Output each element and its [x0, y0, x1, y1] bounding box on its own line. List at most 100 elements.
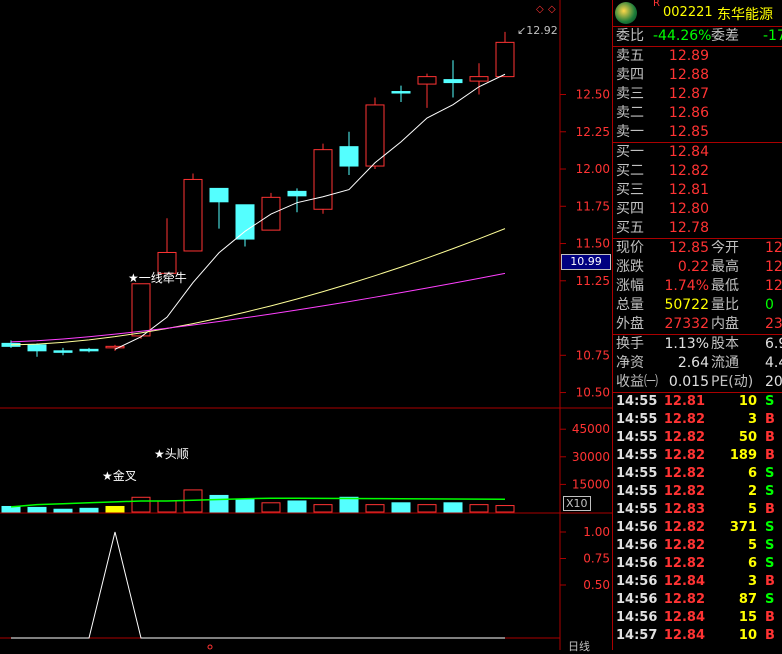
diamond-icon[interactable]: ◇	[536, 4, 544, 15]
bid-price: 12.82	[668, 163, 709, 179]
price-axis-label: 11.25	[576, 274, 610, 288]
volume-bar[interactable]	[313, 504, 333, 513]
broker-logo-icon	[615, 2, 637, 24]
ask-row: 卖四 12.88	[613, 66, 782, 85]
tick-row: 14:56 12.84 15 B	[613, 609, 782, 627]
volume-bar[interactable]	[235, 498, 255, 513]
tick-price: 12.82	[663, 448, 705, 463]
ask-row: 卖二 12.86	[613, 104, 782, 123]
kline-chart-area[interactable]: ◇ ◇ 12.50 12.25 12.00 11.75 11.50 11.25 10.75 10.…	[0, 0, 612, 653]
volume-bar[interactable]	[443, 502, 463, 513]
tick-volume: 10	[738, 628, 757, 643]
volume-bar[interactable]	[339, 496, 359, 513]
ask-price: 12.87	[668, 86, 709, 102]
ask-row: 卖一 12.85	[613, 123, 782, 142]
quote-panel: R 002221 东华能源 委比 -44.26% 委差 -17 卖五 12.89 卖…	[612, 0, 782, 650]
weibi-row: 委比 -44.26% 委差 -17	[613, 27, 782, 47]
tick-volume: 5	[747, 502, 757, 517]
quote-row: 外盘 27332内盘 233	[613, 315, 782, 334]
tick-price: 12.81	[663, 394, 705, 409]
quote-value2: 12	[765, 240, 782, 256]
finance-label: 换手	[616, 336, 644, 352]
quote-label: 现价	[616, 240, 644, 256]
quote-row: 总量 50722 量比 0	[613, 296, 782, 315]
finance-value: 0.015	[668, 374, 709, 390]
tick-row: 14:56 12.82 6 S	[613, 555, 782, 573]
bid-row: 买四 12.80	[613, 200, 782, 219]
stock-name[interactable]: 东华能源	[717, 4, 773, 24]
ask-label: 卖二	[616, 105, 644, 121]
volume-axis-label: 30000	[572, 450, 610, 464]
price-axis-label: 12.25	[576, 125, 610, 139]
volume-bar[interactable]	[469, 504, 489, 513]
yixian-annotation: ★一线牵牛	[128, 270, 187, 285]
ask-price: 12.89	[668, 48, 709, 64]
tick-side: S	[765, 556, 775, 571]
ask-label: 卖一	[616, 124, 644, 140]
volume-bar[interactable]	[105, 505, 125, 513]
bid-label: 买四	[616, 201, 644, 217]
tick-time: 14:56	[616, 520, 658, 535]
tick-price: 12.82	[663, 430, 705, 445]
tick-time: 14:56	[616, 592, 658, 607]
tick-volume: 2	[747, 484, 757, 499]
quote-label2: 内盘	[711, 316, 739, 332]
tick-side: B	[765, 502, 775, 517]
bid-label: 买三	[616, 182, 644, 198]
tick-time: 14:56	[616, 556, 658, 571]
quote-row: 现价 12.85 今开 12	[613, 239, 782, 258]
tick-list[interactable]: 14:55 12.81 10 S 14:55 12.82 3 B 14:55 12.82 50 B 14…	[613, 393, 782, 645]
tick-time: 14:55	[616, 430, 658, 445]
volume-bar[interactable]	[79, 507, 99, 513]
volume-bar[interactable]	[391, 502, 411, 513]
bid-price: 12.84	[668, 144, 709, 160]
bid-list: 买一 12.84 买二 12.82 买三 12.81 买四 12.80 买五 12.78	[613, 143, 782, 239]
volume-bar[interactable]	[157, 500, 177, 513]
tick-time: 14:55	[616, 502, 658, 517]
tick-row: 14:56 12.82 87 S	[613, 591, 782, 609]
tick-row: 14:55 12.82 189 B	[613, 447, 782, 465]
volume-bar[interactable]	[1, 505, 21, 513]
quote-value: 50722	[664, 297, 709, 313]
period-label[interactable]: 日线	[568, 638, 590, 654]
volume-bar[interactable]	[261, 502, 281, 513]
volume-bar[interactable]	[131, 496, 151, 513]
indicator-axis-label: 0.75	[583, 552, 610, 566]
bid-label: 买五	[616, 220, 644, 236]
weicha-value: -17	[763, 28, 782, 44]
candle[interactable]	[313, 143, 333, 214]
tick-side: S	[765, 592, 775, 607]
volume-bar[interactable]	[53, 508, 73, 513]
stock-code[interactable]: 002221	[663, 5, 713, 20]
quote-label2: 最低	[711, 278, 739, 294]
volume-bar[interactable]	[495, 505, 515, 513]
volume-bar[interactable]	[27, 506, 47, 513]
ask-label: 卖三	[616, 86, 644, 102]
stock-header: R 002221 东华能源	[613, 0, 782, 27]
ask-label: 卖五	[616, 48, 644, 64]
jincha-annotation: ★金叉	[102, 468, 137, 483]
volume-bar[interactable]	[209, 494, 229, 513]
quote-label: 外盘	[616, 316, 644, 332]
volume-bar[interactable]	[287, 500, 307, 513]
r-badge: R	[653, 0, 660, 9]
volume-bar[interactable]	[417, 504, 437, 513]
quote-label2: 量比	[711, 297, 739, 313]
weibi-value: -44.26%	[653, 28, 712, 44]
indicator-axis-label: 0.50	[583, 578, 610, 592]
bid-price: 12.80	[668, 201, 709, 217]
volume-bar[interactable]	[365, 504, 385, 513]
tick-side: B	[765, 628, 775, 643]
candle[interactable]	[183, 173, 203, 252]
quote-list: 现价 12.85 今开 12 涨跌 0.22 最高 12 涨幅 1.74% 最低 12 总量 50722 量…	[613, 239, 782, 335]
quote-row: 涨跌 0.22 最高 12	[613, 258, 782, 277]
diamond-icon[interactable]: ◇	[548, 4, 556, 15]
price-axis-label: 11.50	[576, 237, 610, 251]
tick-side: B	[765, 610, 775, 625]
indicator-axis-label: 1.00	[583, 525, 610, 539]
tick-price: 12.82	[663, 520, 705, 535]
finance-label2: 股本	[711, 336, 739, 352]
tick-side: B	[765, 430, 775, 445]
kline-chart-svg[interactable]: ◇ ◇ 12.50 12.25 12.00 11.75 11.50 11.25 10.75 10.…	[0, 0, 612, 650]
tick-row: 14:56 12.82 371 S	[613, 519, 782, 537]
